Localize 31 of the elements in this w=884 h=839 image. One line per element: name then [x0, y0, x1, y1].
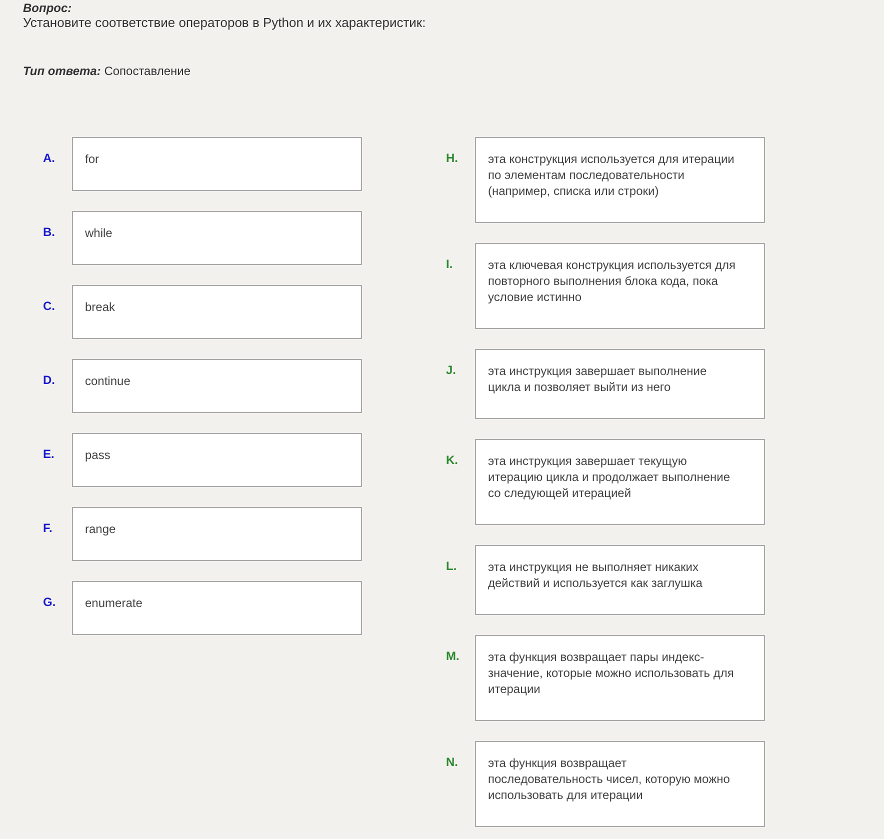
term-card[interactable]: enumerate [72, 581, 362, 635]
item-letter: M. [446, 648, 460, 663]
term-card[interactable]: continue [72, 359, 362, 413]
description-card[interactable]: эта функция возвращает пары индекс- значение, которые можно использовать для итерации [475, 635, 765, 721]
item-letter: I. [446, 256, 454, 271]
question-label: Вопрос: [23, 1, 73, 15]
description-card[interactable]: эта функция возвращает последовательность чисел, которую можно использовать для итерации [475, 741, 765, 827]
description-card[interactable]: эта инструкция не выполняет никаких действий и используется как заглушка [475, 545, 765, 615]
item-letter: B. [43, 224, 56, 239]
description-card[interactable]: эта инструкция завершает выполнение цикла и позволяет выйти из него [475, 349, 765, 419]
item-letter: K. [446, 452, 459, 467]
term-card[interactable]: break [72, 285, 362, 339]
item-letter: C. [43, 298, 56, 313]
question-text: Установите соответствие операторов в Python и их характеристик: [23, 15, 427, 31]
answer-type: Тип ответа: Сопоставление [23, 63, 192, 79]
item-letter: N. [446, 754, 459, 769]
term-card[interactable]: pass [72, 433, 362, 487]
item-letter: E. [43, 446, 56, 461]
description-card[interactable]: эта конструкция используется для итерации по элементам последовательности (например, списка или строки) [475, 137, 765, 223]
item-letter: L. [446, 558, 458, 573]
item-letter: F. [43, 520, 54, 535]
item-letter: D. [43, 372, 56, 387]
item-letter: A. [43, 150, 56, 165]
description-card[interactable]: эта инструкция завершает текущую итерацию цикла и продолжает выполнение со следующей итерацией [475, 439, 765, 525]
term-card[interactable]: while [72, 211, 362, 265]
term-card[interactable]: range [72, 507, 362, 561]
item-letter: G. [43, 594, 57, 609]
item-letter: J. [446, 362, 458, 377]
item-letter: H. [446, 150, 459, 165]
term-card[interactable]: for [72, 137, 362, 191]
description-card[interactable]: эта ключевая конструкция используется для повторного выполнения блока кода, пока условие истинно [475, 243, 765, 329]
